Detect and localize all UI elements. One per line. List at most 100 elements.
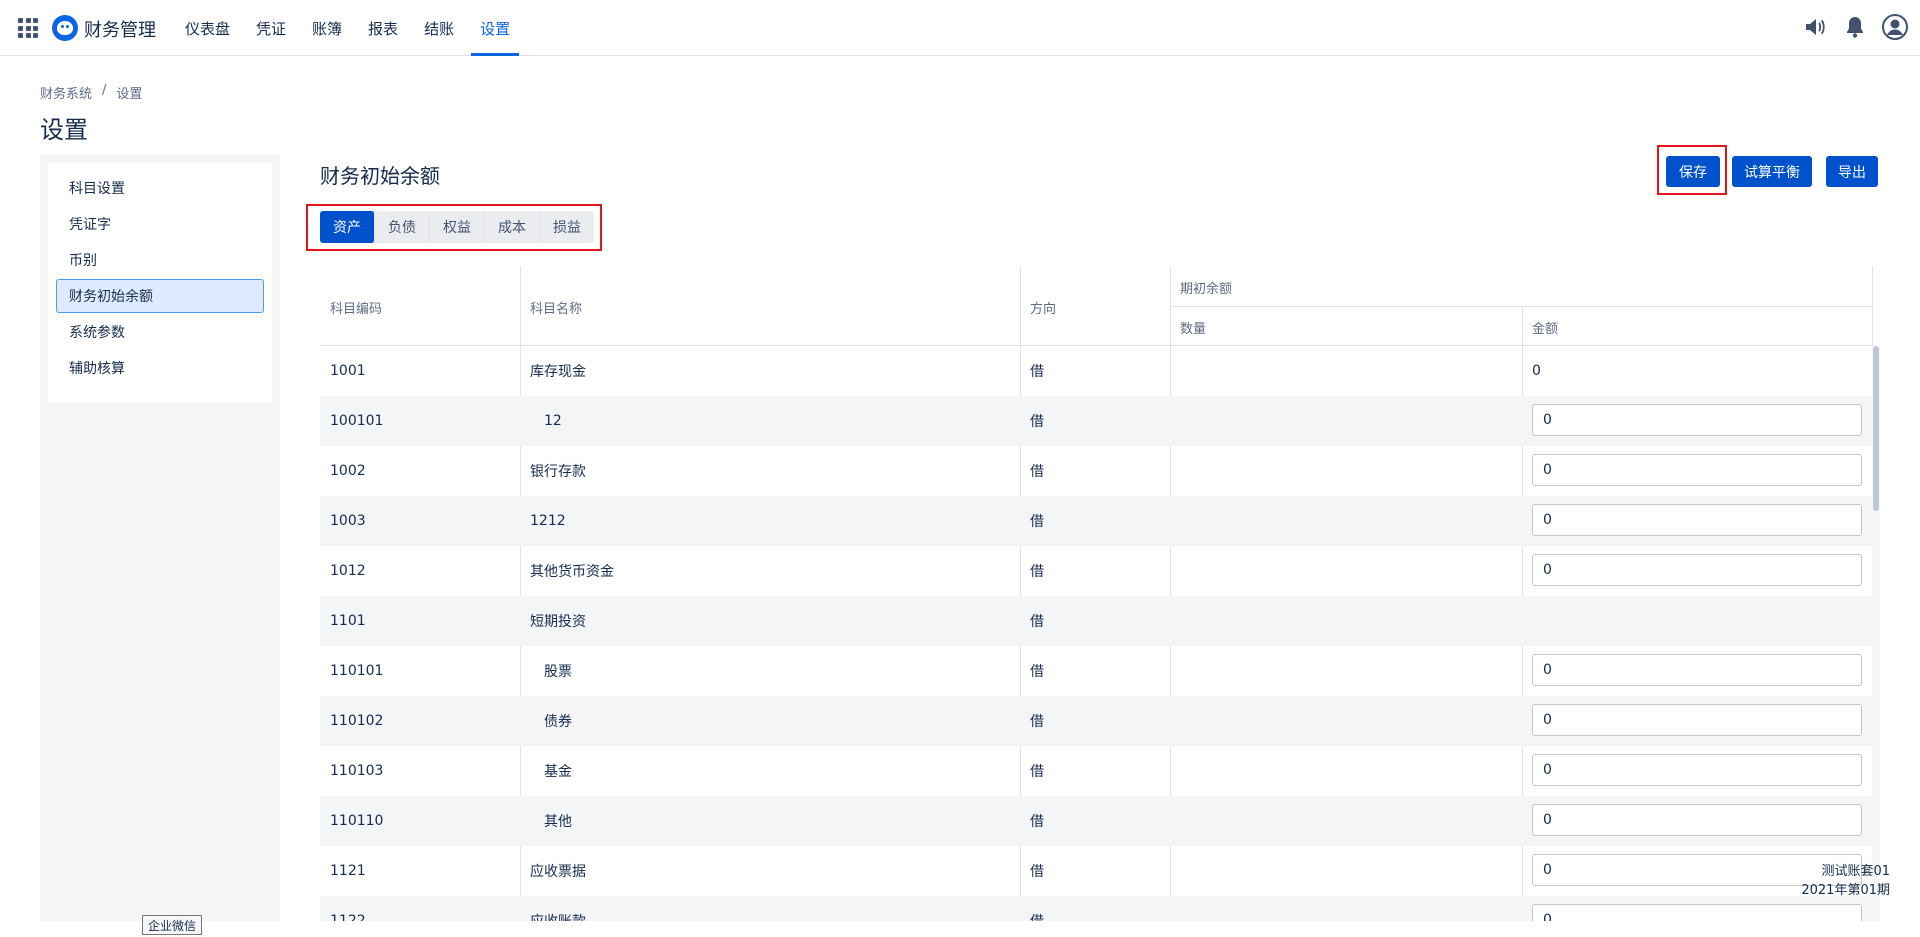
cell-code: 1122: [330, 913, 366, 921]
page-title: 设置: [40, 116, 88, 144]
app-logo-icon[interactable]: [52, 15, 78, 41]
opening-balance-table: 科目编码 科目名称 方向 期初余额 数量 金额 1001 库存现金借 0 100101…: [320, 266, 1880, 921]
sidebar-item[interactable]: 凭证字: [56, 207, 264, 241]
cell-direction: 借: [1030, 414, 1044, 430]
cell-code: 110103: [330, 763, 384, 779]
cell-name: 应收票据: [530, 864, 586, 880]
table-row: 110103 基金 借 0: [320, 746, 1872, 796]
amount-input[interactable]: 0: [1532, 554, 1862, 586]
amount-input[interactable]: 0: [1532, 754, 1862, 786]
account-category-tabs: 资产 负债 权益 成本 损益: [320, 211, 594, 243]
cell-code: 1002: [330, 463, 366, 479]
account-set-name: 测试账套01: [1821, 864, 1890, 879]
nav-item[interactable]: 凭证: [247, 0, 295, 56]
table-row: 1001 库存现金 借 0: [320, 346, 1872, 396]
cell-code: 1001: [330, 363, 366, 379]
cell-direction: 借: [1030, 514, 1044, 530]
table-row: 1101 短期投资 借: [320, 596, 1872, 646]
nav-item[interactable]: 设置: [471, 0, 520, 56]
cell-direction: 借: [1030, 714, 1044, 730]
table-row: 110101 股票 借 0: [320, 646, 1872, 696]
cell-direction: 借: [1030, 614, 1044, 630]
sidebar-item[interactable]: 财务初始余额: [56, 279, 264, 313]
cell-code: 110110: [330, 813, 384, 829]
account-period: 2021年第01期: [1801, 883, 1890, 898]
table-row: 1122 应收账款 借 0: [320, 896, 1872, 921]
cell-direction: 借: [1030, 814, 1044, 830]
column-divider: [1872, 266, 1873, 346]
amount-input[interactable]: 0: [1532, 504, 1862, 536]
user-avatar-icon[interactable]: [1882, 14, 1908, 40]
cell-name: 库存现金: [530, 364, 586, 380]
category-tab[interactable]: 负债: [375, 211, 430, 243]
table-body: 1001 库存现金借 0 100101 12 借 0 1002 银行存款借 0 1003 1212 借 0…: [320, 346, 1872, 921]
cell-amount: 0: [1532, 363, 1541, 379]
account-set-info: 测试账套01 2021年第01期: [1801, 862, 1890, 900]
category-tab[interactable]: 资产: [320, 211, 375, 243]
settings-sidebar: 科目设置 凭证字 币别 财务初始余额 系统参数 辅助核算: [48, 163, 272, 403]
bell-icon[interactable]: [1842, 14, 1868, 40]
amount-input[interactable]: 0: [1532, 704, 1862, 736]
speaker-icon[interactable]: [1802, 14, 1828, 40]
breadcrumb-current: 设置: [116, 87, 143, 102]
cell-name: 股票: [544, 664, 572, 680]
header-opening-balance: 期初余额: [1180, 282, 1233, 297]
cell-code: 110101: [330, 663, 384, 679]
trial-balance-button[interactable]: 试算平衡: [1732, 156, 1812, 187]
amount-input[interactable]: 0: [1532, 904, 1862, 921]
app-title[interactable]: 财务管理: [84, 16, 156, 42]
category-tab[interactable]: 权益: [430, 211, 485, 243]
app-grid-icon[interactable]: [18, 18, 38, 38]
cell-name: 其他: [544, 814, 572, 830]
header-amount: 金额: [1532, 322, 1559, 337]
section-title: 财务初始余额: [320, 164, 440, 188]
table-row: 1003 1212 借 0: [320, 496, 1872, 546]
cell-name: 银行存款: [530, 464, 586, 480]
table-row: 1121 应收票据借 0: [320, 846, 1872, 896]
cell-code: 100101: [330, 413, 384, 429]
table-scrollbar-thumb[interactable]: [1873, 346, 1879, 511]
cell-name: 1212: [530, 513, 566, 529]
amount-input[interactable]: 0: [1532, 654, 1862, 686]
table-row: 1002 银行存款 借 0: [320, 446, 1872, 496]
cell-code: 1101: [330, 613, 366, 629]
cell-direction: 借: [1030, 664, 1044, 680]
sidebar-item[interactable]: 币别: [56, 243, 264, 277]
save-button[interactable]: 保存: [1666, 156, 1720, 187]
nav-item[interactable]: 仪表盘: [176, 0, 239, 56]
cell-name: 12: [544, 413, 562, 429]
header-code: 科目编码: [330, 302, 383, 317]
nav-item[interactable]: 结账: [415, 0, 463, 56]
category-tab[interactable]: 损益: [540, 211, 594, 243]
cell-code: 1003: [330, 513, 366, 529]
table-row: 100101 12 借 0: [320, 396, 1872, 446]
header-name: 科目名称: [530, 302, 583, 317]
nav-item[interactable]: 报表: [359, 0, 407, 56]
amount-input[interactable]: 0: [1532, 404, 1862, 436]
cell-name: 基金: [544, 764, 572, 780]
cell-direction: 借: [1030, 564, 1044, 580]
amount-input[interactable]: 0: [1532, 804, 1862, 836]
breadcrumb-root[interactable]: 财务系统: [40, 83, 92, 102]
cell-direction: 借: [1030, 764, 1044, 780]
export-button[interactable]: 导出: [1826, 156, 1878, 187]
sidebar-item[interactable]: 系统参数: [56, 315, 264, 349]
cell-direction: 借: [1030, 864, 1044, 880]
category-tab[interactable]: 成本: [485, 211, 540, 243]
cell-name: 其他货币资金: [530, 564, 614, 580]
header-quantity: 数量: [1180, 322, 1207, 337]
amount-input[interactable]: 0: [1532, 454, 1862, 486]
cell-direction: 借: [1030, 464, 1044, 480]
top-icons: [1802, 14, 1908, 40]
cell-code: 1012: [330, 563, 366, 579]
nav-item[interactable]: 账簿: [303, 0, 351, 56]
cell-code: 110102: [330, 713, 384, 729]
cell-direction: 借: [1030, 896, 1044, 921]
sidebar-item[interactable]: 科目设置: [56, 171, 264, 205]
header-direction: 方向: [1030, 302, 1057, 317]
cell-code: 1121: [330, 863, 366, 879]
sidebar-item[interactable]: 辅助核算: [56, 351, 264, 385]
main-nav: 仪表盘 凭证 账簿 报表 结账 设置: [176, 0, 527, 56]
table-row: 1012 其他货币资金 借 0: [320, 546, 1872, 596]
cell-name: 应收账款: [530, 896, 586, 921]
